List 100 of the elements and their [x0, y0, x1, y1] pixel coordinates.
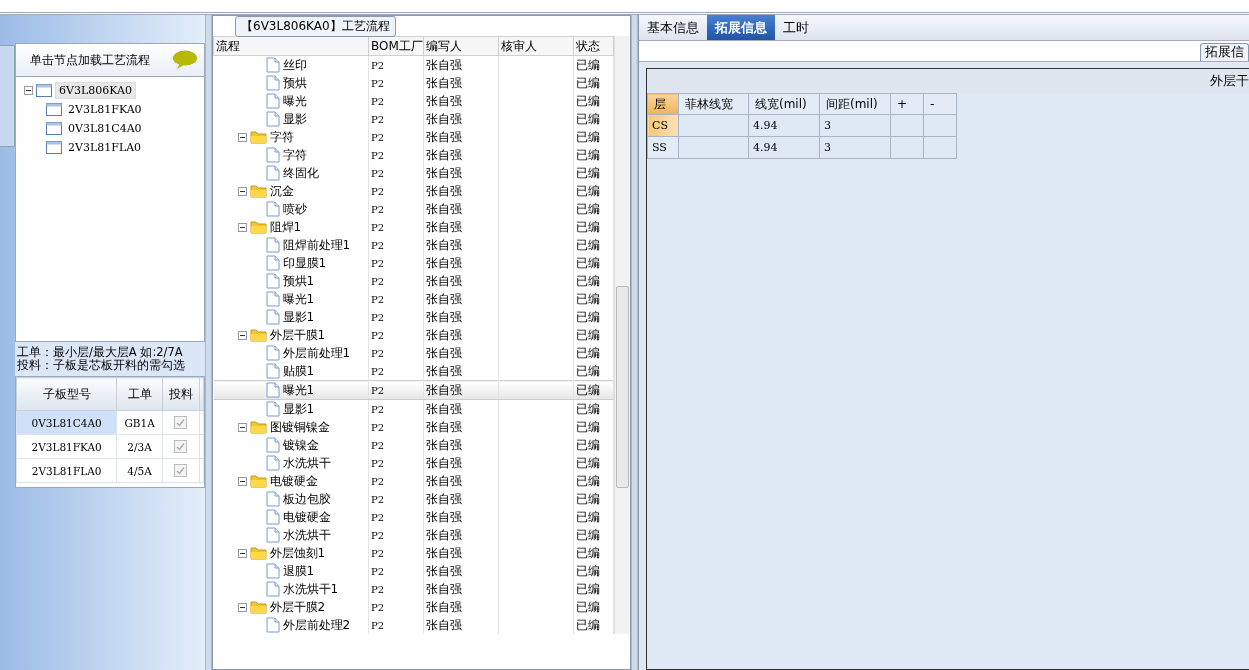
- column-header[interactable]: +: [890, 93, 924, 115]
- flow-row[interactable]: 预烘1 P2 张自强 已编: [213, 272, 614, 290]
- collapse-icon[interactable]: [237, 548, 247, 558]
- flow-row[interactable]: 外层前处理1 P2 张自强 已编: [213, 344, 614, 362]
- status: 已编: [576, 491, 600, 506]
- flow-row[interactable]: 外层干膜1 P2 张自强 已编: [213, 326, 614, 344]
- flow-row[interactable]: 曝光1 P2 张自强 已编: [213, 380, 614, 400]
- flow-row[interactable]: 字符 P2 张自强 已编: [213, 146, 614, 164]
- column-header[interactable]: 核审人: [498, 36, 574, 56]
- status: 已编: [576, 201, 600, 216]
- flow-row[interactable]: 板边包胶 P2 张自强 已编: [213, 490, 614, 508]
- flow-row[interactable]: 图镀铜镍金 P2 张自强 已编: [213, 418, 614, 436]
- table-cell[interactable]: 2V3L81FLA0: [16, 458, 117, 483]
- scrollbar[interactable]: [614, 36, 630, 634]
- step-name: 曝光1: [282, 290, 315, 308]
- flow-row[interactable]: 喷砂 P2 张自强 已编: [213, 200, 614, 218]
- status: 已编: [576, 545, 600, 560]
- flow-row[interactable]: 外层蚀刻1 P2 张自强 已编: [213, 544, 614, 562]
- document-icon: [265, 509, 280, 525]
- document-icon: [265, 617, 280, 633]
- collapse-icon[interactable]: [237, 330, 247, 340]
- flow-row[interactable]: 退膜1 P2 张自强 已编: [213, 562, 614, 580]
- flow-row[interactable]: 水洗烘干1 P2 张自强 已编: [213, 580, 614, 598]
- flow-row[interactable]: 外层干膜2 P2 张自强 已编: [213, 598, 614, 616]
- collapse-icon[interactable]: [237, 222, 247, 232]
- section-title: 外层干: [1210, 72, 1249, 90]
- checkbox[interactable]: [174, 440, 188, 454]
- column-header[interactable]: 投料: [162, 377, 200, 411]
- column-header[interactable]: 状态: [573, 36, 614, 56]
- writer: 张自强: [426, 437, 462, 452]
- collapse-icon[interactable]: [237, 422, 247, 432]
- flow-row[interactable]: 曝光 P2 张自强 已编: [213, 92, 614, 110]
- collapse-icon[interactable]: [237, 602, 247, 612]
- flow-row[interactable]: 预烘 P2 张自强 已编: [213, 74, 614, 92]
- checkbox[interactable]: [174, 464, 188, 478]
- flow-row[interactable]: 显影 P2 张自强 已编: [213, 110, 614, 128]
- tab[interactable]: 拓展信: [1200, 43, 1249, 61]
- table-cell[interactable]: 2V3L81FKA0: [16, 434, 117, 459]
- flow-row[interactable]: 外层前处理2 P2 张自强 已编: [213, 616, 614, 634]
- step-name: 喷砂: [282, 200, 307, 218]
- collapse-icon[interactable]: [24, 86, 33, 95]
- status: 已编: [576, 599, 600, 614]
- speech-bubble-icon: [172, 50, 198, 70]
- column-header[interactable]: 编写人: [423, 36, 499, 56]
- flow-row[interactable]: 阻焊1 P2 张自强 已编: [213, 218, 614, 236]
- flow-row[interactable]: 显影1 P2 张自强 已编: [213, 308, 614, 326]
- collapse-icon[interactable]: [237, 186, 247, 196]
- writer: 张自强: [426, 581, 462, 596]
- table-cell[interactable]: 0V3L81C4A0: [16, 410, 117, 435]
- checkbox[interactable]: [174, 416, 188, 430]
- row-header[interactable]: CS: [647, 114, 679, 137]
- collapse-icon[interactable]: [237, 132, 247, 142]
- column-header[interactable]: 层: [647, 93, 679, 115]
- bom-factory: P2: [371, 59, 385, 71]
- flow-row[interactable]: 曝光1 P2 张自强 已编: [213, 290, 614, 308]
- folder-icon: [249, 130, 267, 144]
- flow-row[interactable]: 字符 P2 张自强 已编: [213, 128, 614, 146]
- column-header[interactable]: 线宽(mil): [748, 93, 820, 115]
- window-icon: [46, 141, 62, 154]
- column-header[interactable]: 菲林线宽: [678, 93, 749, 115]
- writer: 张自强: [426, 617, 462, 632]
- writer: 张自强: [426, 545, 462, 560]
- writer: 张自强: [426, 327, 462, 342]
- tree-node[interactable]: 6V3L806KA0: [55, 82, 136, 99]
- column-header[interactable]: BOM工厂: [368, 36, 424, 56]
- flow-row[interactable]: 丝印 P2 张自强 已编: [213, 55, 614, 74]
- flow-row[interactable]: 印显膜1 P2 张自强 已编: [213, 254, 614, 272]
- flow-row[interactable]: 电镀硬金 P2 张自强 已编: [213, 472, 614, 490]
- status: 已编: [576, 455, 600, 470]
- writer: 张自强: [426, 129, 462, 144]
- tree-node[interactable]: 2V3L81FLA0: [65, 140, 145, 155]
- folder-icon: [249, 184, 267, 198]
- flow-row[interactable]: 水洗烘干 P2 张自强 已编: [213, 526, 614, 544]
- column-header[interactable]: 子板型号: [16, 377, 117, 411]
- column-header[interactable]: -: [923, 93, 957, 115]
- flow-row[interactable]: 电镀硬金 P2 张自强 已编: [213, 508, 614, 526]
- flow-row[interactable]: 沉金 P2 张自强 已编: [213, 182, 614, 200]
- column-header[interactable]: 流程: [213, 36, 369, 56]
- flow-row[interactable]: 显影1 P2 张自强 已编: [213, 399, 614, 418]
- writer: 张自强: [426, 363, 462, 378]
- column-header[interactable]: 间距(mil): [819, 93, 891, 115]
- tree-node[interactable]: 2V3L81FKA0: [65, 102, 145, 117]
- document-icon: [265, 273, 280, 289]
- tab[interactable]: 拓展信息: [707, 15, 775, 40]
- collapse-icon[interactable]: [237, 476, 247, 486]
- flow-row[interactable]: 终固化 P2 张自强 已编: [213, 164, 614, 182]
- bom-factory: P2: [371, 493, 385, 505]
- row-header[interactable]: SS: [647, 136, 679, 159]
- flow-row[interactable]: 镀镍金 P2 张自强 已编: [213, 436, 614, 454]
- window-icon: [36, 84, 52, 97]
- bom-factory: P2: [371, 601, 385, 613]
- tab[interactable]: 工时: [775, 15, 817, 40]
- flow-row[interactable]: 水洗烘干 P2 张自强 已编: [213, 454, 614, 472]
- column-header[interactable]: 工单: [116, 377, 163, 411]
- document-icon: [265, 165, 280, 181]
- document-icon: [265, 201, 280, 217]
- flow-row[interactable]: 阻焊前处理1 P2 张自强 已编: [213, 236, 614, 254]
- tree-node[interactable]: 0V3L81C4A0: [65, 121, 145, 136]
- bom-factory: P2: [371, 293, 385, 305]
- tab[interactable]: 基本信息: [639, 15, 707, 40]
